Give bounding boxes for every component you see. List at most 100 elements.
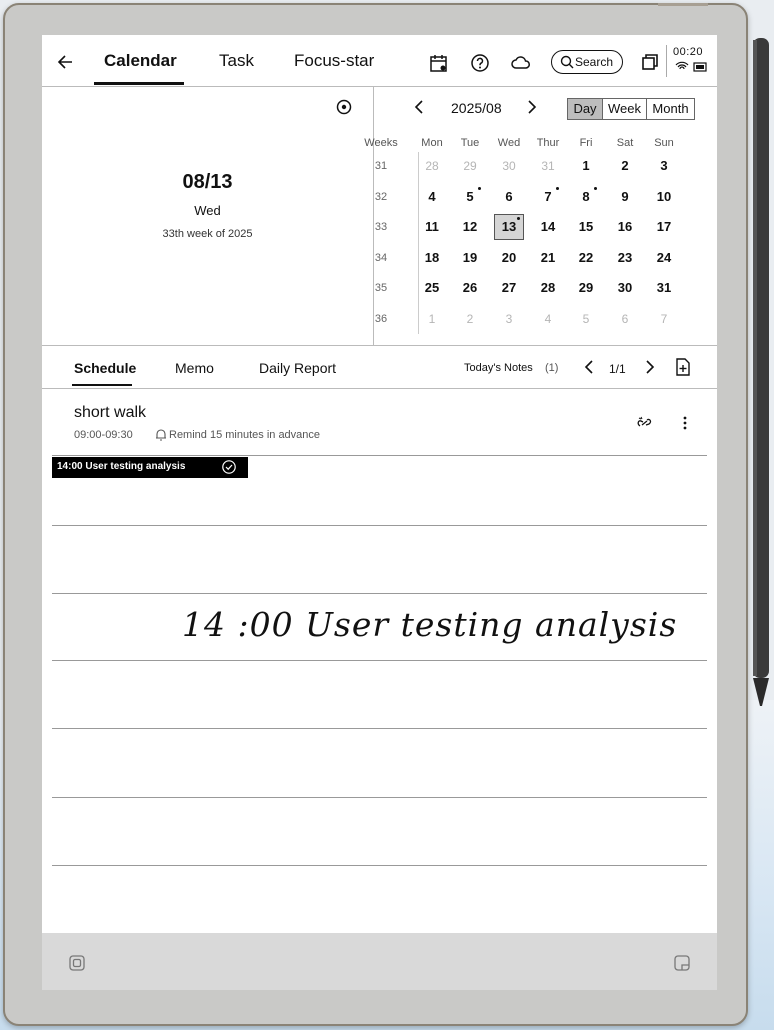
calendar-day[interactable]: 29 bbox=[454, 153, 486, 179]
week-number: 35 bbox=[374, 282, 388, 294]
calendar-day[interactable]: 7 bbox=[532, 184, 564, 210]
prev-page-icon[interactable] bbox=[583, 359, 595, 375]
calendar-day[interactable]: 26 bbox=[454, 275, 486, 301]
event-dot bbox=[556, 186, 559, 190]
calendar-day[interactable]: 9 bbox=[609, 184, 641, 210]
prev-month-icon[interactable] bbox=[413, 99, 425, 115]
calendar-divider bbox=[42, 345, 717, 346]
note-line bbox=[52, 797, 707, 798]
view-switcher: Day Week Month bbox=[567, 98, 695, 120]
power-button bbox=[658, 3, 708, 6]
cloud-sync-icon[interactable] bbox=[511, 54, 531, 72]
view-day-button[interactable]: Day bbox=[568, 99, 603, 119]
calendar-day[interactable]: 2 bbox=[609, 153, 641, 179]
stylus bbox=[753, 38, 769, 706]
handwritten-note[interactable]: 14 :00 User testing analysis bbox=[182, 605, 677, 644]
calendar-day[interactable]: 3 bbox=[493, 306, 525, 332]
screen: Calendar Task Focus-star Search 00:20 08… bbox=[42, 35, 717, 990]
schedule-tag[interactable]: 14:00 User testing analysis bbox=[52, 457, 248, 478]
schedule-tab-indicator bbox=[72, 384, 132, 386]
event-dot bbox=[517, 217, 520, 220]
tab-daily-report[interactable]: Daily Report bbox=[259, 360, 336, 376]
view-week-button[interactable]: Week bbox=[603, 99, 647, 119]
calendar-day[interactable]: 23 bbox=[609, 245, 641, 271]
wifi-icon bbox=[675, 61, 689, 71]
note-line bbox=[52, 593, 707, 594]
calendar-day[interactable]: 30 bbox=[609, 275, 641, 301]
add-note-icon[interactable] bbox=[675, 358, 691, 376]
week-number: 34 bbox=[374, 251, 388, 264]
calendar-today-icon[interactable] bbox=[429, 53, 449, 73]
calendar-day[interactable]: 25 bbox=[416, 275, 448, 301]
calendar-day[interactable]: 14 bbox=[532, 214, 564, 240]
tab-focus-star[interactable]: Focus-star bbox=[294, 51, 374, 71]
location-pin-icon[interactable] bbox=[336, 99, 352, 117]
calendar-day[interactable]: 21 bbox=[532, 245, 564, 271]
calendar-day[interactable]: 31 bbox=[532, 153, 564, 179]
calendar-day[interactable]: 6 bbox=[609, 306, 641, 332]
calendar-day[interactable]: 1 bbox=[570, 153, 602, 179]
more-options-icon[interactable] bbox=[682, 416, 688, 430]
tab-calendar[interactable]: Calendar bbox=[104, 51, 177, 71]
calendar-day[interactable]: 3 bbox=[648, 153, 680, 179]
status-divider bbox=[666, 45, 667, 77]
todays-notes-count: (1) bbox=[545, 362, 559, 374]
week-number: 32 bbox=[374, 190, 388, 203]
link-icon[interactable] bbox=[636, 415, 654, 431]
calendar-day[interactable]: 1 bbox=[416, 306, 448, 332]
back-arrow-icon[interactable] bbox=[56, 53, 74, 71]
schedule-time: 09:00-09:30 bbox=[74, 429, 133, 441]
multitask-icon[interactable] bbox=[641, 53, 659, 71]
calendar-day[interactable]: 4 bbox=[532, 306, 564, 332]
calendar-day[interactable]: 5 bbox=[570, 306, 602, 332]
calendar-day[interactable]: 10 bbox=[648, 184, 680, 210]
tab-schedule[interactable]: Schedule bbox=[74, 360, 136, 376]
calendar-day[interactable]: 27 bbox=[493, 275, 525, 301]
calendar-day[interactable]: 22 bbox=[570, 245, 602, 271]
tab-memo[interactable]: Memo bbox=[175, 360, 214, 376]
next-month-icon[interactable] bbox=[526, 99, 538, 115]
calendar-day[interactable]: 8 bbox=[570, 184, 602, 210]
check-circle-icon bbox=[221, 459, 237, 475]
event-dot bbox=[478, 186, 481, 190]
topbar-divider bbox=[42, 86, 717, 87]
todays-notes-label[interactable]: Today's Notes bbox=[464, 362, 533, 374]
calendar-day[interactable]: 28 bbox=[532, 275, 564, 301]
note-line bbox=[52, 865, 707, 866]
note-line bbox=[52, 728, 707, 729]
note-line bbox=[52, 525, 707, 526]
next-page-icon[interactable] bbox=[644, 359, 656, 375]
active-tab-indicator bbox=[94, 82, 184, 85]
calendar-day[interactable]: 31 bbox=[648, 275, 680, 301]
calendar-day[interactable]: 30 bbox=[493, 153, 525, 179]
tab-task[interactable]: Task bbox=[219, 51, 254, 71]
clock: 00:20 bbox=[673, 46, 704, 58]
calendar-day[interactable]: 12 bbox=[454, 214, 486, 240]
calendar-day[interactable]: 19 bbox=[454, 245, 486, 271]
layers-icon[interactable] bbox=[68, 954, 86, 972]
calendar-day[interactable]: 16 bbox=[609, 214, 641, 240]
search-icon bbox=[560, 55, 574, 69]
calendar-day[interactable]: 15 bbox=[570, 214, 602, 240]
calendar-day[interactable]: 6 bbox=[493, 184, 525, 210]
week-number: 33 bbox=[374, 221, 388, 233]
calendar-day[interactable]: 2 bbox=[454, 306, 486, 332]
calendar-day[interactable]: 5 bbox=[454, 184, 486, 210]
calendar-day[interactable]: 29 bbox=[570, 275, 602, 301]
calendar-header: Weeks Mon Tue Wed Thur Fri Sat Sun bbox=[42, 135, 717, 151]
view-month-button[interactable]: Month bbox=[647, 99, 694, 119]
calendar-day[interactable]: 24 bbox=[648, 245, 680, 271]
calendar-day[interactable]: 20 bbox=[493, 245, 525, 271]
schedule-title[interactable]: short walk bbox=[74, 404, 146, 422]
calendar-day[interactable]: 18 bbox=[416, 245, 448, 271]
calendar-day[interactable]: 28 bbox=[416, 153, 448, 179]
search-button[interactable]: Search bbox=[551, 50, 623, 74]
calendar-day[interactable]: 11 bbox=[416, 214, 448, 240]
calendar-day[interactable]: 7 bbox=[648, 306, 680, 332]
help-icon[interactable] bbox=[470, 53, 490, 73]
sidebar-toggle-icon[interactable] bbox=[673, 954, 691, 972]
calendar-day[interactable]: 4 bbox=[416, 184, 448, 210]
schedule-tag-label: 14:00 User testing analysis bbox=[57, 461, 186, 472]
week-number: 36 bbox=[374, 312, 388, 325]
calendar-day[interactable]: 17 bbox=[648, 214, 680, 240]
